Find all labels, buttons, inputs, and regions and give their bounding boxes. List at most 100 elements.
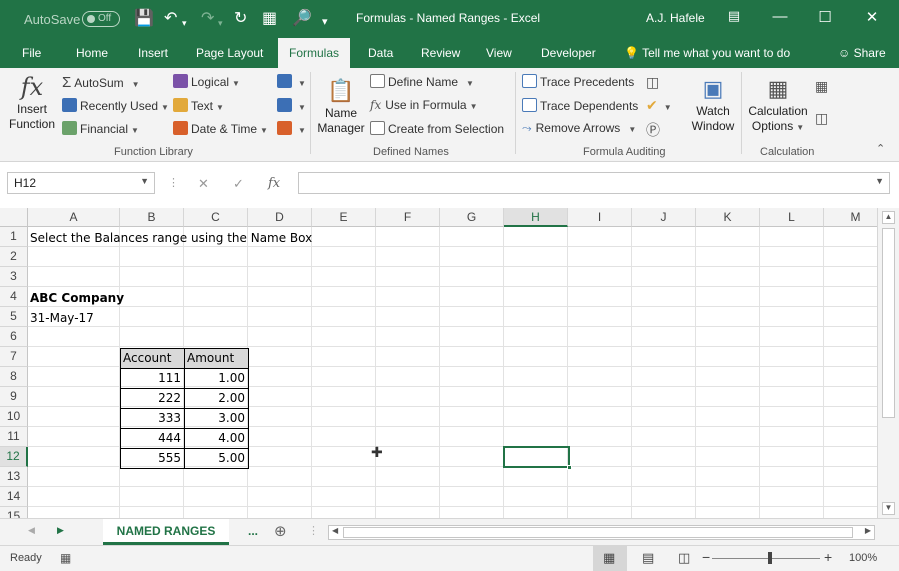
new-sheet-icon[interactable]: ⊕ [274, 522, 287, 540]
trace-dependents-button[interactable]: Trace Dependents [522, 98, 638, 113]
row-header-7[interactable]: 7 [0, 347, 28, 367]
zoom-level[interactable]: 100% [849, 552, 877, 564]
insert-function-icon[interactable]: fx [268, 176, 280, 191]
column-header-h[interactable]: H [504, 208, 568, 227]
date-time-button[interactable]: Date & Time ▼ [173, 121, 268, 136]
zoom-in-icon[interactable]: + [824, 549, 832, 565]
scroll-up-icon[interactable]: ▲ [882, 211, 895, 224]
calculation-options-button[interactable]: ▦ Calculation Options ▼ [746, 74, 810, 135]
zoom-slider-knob[interactable] [768, 552, 772, 564]
horizontal-scroll-thumb[interactable] [343, 527, 853, 538]
logical-button[interactable]: Logical ▼ [173, 74, 240, 89]
collapse-ribbon-icon[interactable]: ⌃ [876, 142, 885, 155]
column-header-c[interactable]: C [184, 208, 248, 227]
row-header-3[interactable]: 3 [0, 267, 28, 287]
trace-precedents-button[interactable]: Trace Precedents [522, 74, 634, 89]
row-header-6[interactable]: 6 [0, 327, 28, 347]
cell-a4[interactable]: ABC Company [30, 288, 124, 308]
tell-me-search[interactable]: 💡 Tell me what you want to do [624, 46, 790, 60]
tab-page-layout[interactable]: Page Layout [196, 46, 263, 60]
row-header-4[interactable]: 4 [0, 287, 28, 307]
insert-function-button[interactable]: fx Insert Function [8, 72, 56, 132]
page-layout-view-icon[interactable]: ▤ [642, 550, 654, 566]
more-sheets-button[interactable]: ... [248, 524, 258, 538]
row-header-9[interactable]: 9 [0, 387, 28, 407]
autosave-toggle[interactable]: Off [82, 11, 120, 27]
use-in-formula-button[interactable]: fx Use in Formula ▼ [370, 98, 478, 112]
save-icon[interactable]: 💾 [134, 9, 154, 29]
share-button[interactable]: ☺ Share [838, 46, 886, 60]
zoom-slider-track[interactable] [712, 558, 820, 559]
vertical-scroll-thumb[interactable] [882, 228, 895, 418]
show-formulas-icon[interactable]: ◫ [646, 74, 659, 91]
next-sheet-icon[interactable]: ▶ [57, 525, 64, 536]
row-header-5[interactable]: 5 [0, 307, 28, 327]
page-break-view-icon[interactable]: ◫ [678, 550, 690, 566]
evaluate-formula-icon[interactable]: Ⓟ [646, 120, 660, 140]
tab-data[interactable]: Data [368, 46, 393, 60]
active-cell-selection[interactable] [503, 446, 572, 470]
vertical-scrollbar[interactable]: ▲ ▼ [877, 208, 899, 518]
cell-a5[interactable]: 31-May-17 [30, 308, 94, 328]
ribbon-display-icon[interactable]: ▤ [724, 8, 744, 24]
form-icon[interactable]: ▦ [262, 9, 277, 29]
row-header-10[interactable]: 10 [0, 407, 28, 427]
autosum-button[interactable]: Σ AutoSum ▼ [62, 74, 140, 91]
column-header-j[interactable]: J [632, 208, 696, 227]
maximize-icon[interactable]: ☐ [815, 8, 835, 26]
row-header-15[interactable]: 15 [0, 507, 28, 518]
column-header-e[interactable]: E [312, 208, 376, 227]
column-header-l[interactable]: L [760, 208, 824, 227]
enter-icon[interactable]: ✓ [233, 176, 244, 192]
error-checking-button[interactable]: ✔ ▼ [646, 97, 672, 114]
column-header-k[interactable]: K [696, 208, 760, 227]
column-header-g[interactable]: G [440, 208, 504, 227]
scroll-right-icon[interactable]: ▶ [865, 526, 871, 535]
watch-window-button[interactable]: ▣ Watch Window [690, 74, 736, 134]
define-name-button[interactable]: Define Name ▼ [370, 74, 474, 89]
scroll-down-icon[interactable]: ▼ [882, 502, 895, 515]
row-header-11[interactable]: 11 [0, 427, 28, 447]
expand-formula-bar-icon[interactable]: ▼ [875, 176, 884, 186]
cancel-icon[interactable]: ✕ [198, 176, 209, 192]
redo-dropdown-icon[interactable]: ▾ [218, 13, 223, 33]
calculate-now-icon[interactable]: ▦ [815, 78, 828, 95]
more-functions-button[interactable]: ▼ [277, 121, 306, 136]
row-header-2[interactable]: 2 [0, 247, 28, 267]
column-header-a[interactable]: A [28, 208, 120, 227]
sheet-tab-named-ranges[interactable]: NAMED RANGES [103, 519, 229, 545]
recently-used-button[interactable]: Recently Used ▼ [62, 98, 169, 113]
horizontal-scrollbar[interactable]: ◀ ▶ [328, 525, 875, 540]
close-icon[interactable]: ✕ [862, 8, 882, 26]
select-all-corner[interactable] [0, 208, 28, 227]
calculate-sheet-icon[interactable]: ◫ [815, 110, 828, 127]
prev-sheet-icon[interactable]: ◀ [28, 525, 35, 536]
row-header-12[interactable]: 12 [0, 447, 28, 467]
normal-view-icon[interactable]: ▦ [603, 550, 615, 566]
customize-qat-icon[interactable]: ▾ [322, 12, 328, 32]
undo-icon[interactable]: ↶ [164, 9, 177, 29]
worksheet-grid[interactable]: A B C D E F G H I J K L M 1 2 3 4 5 6 7 8 9 10 11 12 13 14 15 Selec… [0, 208, 877, 518]
lookup-reference-button[interactable]: ▼ [277, 74, 306, 89]
remove-arrows-button[interactable]: ⤳ Remove Arrows ▼ [522, 121, 636, 136]
row-header-8[interactable]: 8 [0, 367, 28, 387]
minimize-icon[interactable]: — [770, 8, 790, 25]
macro-record-icon[interactable]: ▦ [60, 551, 71, 565]
scroll-left-icon[interactable]: ◀ [332, 526, 338, 535]
tab-view[interactable]: View [486, 46, 512, 60]
column-header-f[interactable]: F [376, 208, 440, 227]
cell-a1[interactable]: Select the Balances range using the Name… [30, 228, 312, 248]
tab-developer[interactable]: Developer [541, 46, 596, 60]
user-name[interactable]: A.J. Hafele [646, 11, 705, 25]
tab-home[interactable]: Home [76, 46, 108, 60]
create-from-selection-button[interactable]: Create from Selection [370, 121, 504, 136]
name-manager-button[interactable]: 📋 Name Manager [314, 76, 368, 136]
tab-insert[interactable]: Insert [138, 46, 168, 60]
formula-input[interactable]: ▼ [298, 172, 890, 194]
name-box[interactable]: H12 ▼ [7, 172, 155, 194]
text-button[interactable]: Text ▼ [173, 98, 224, 113]
column-header-d[interactable]: D [248, 208, 312, 227]
row-header-14[interactable]: 14 [0, 487, 28, 507]
math-trig-button[interactable]: ▼ [277, 98, 306, 113]
tab-formulas[interactable]: Formulas [278, 38, 351, 68]
